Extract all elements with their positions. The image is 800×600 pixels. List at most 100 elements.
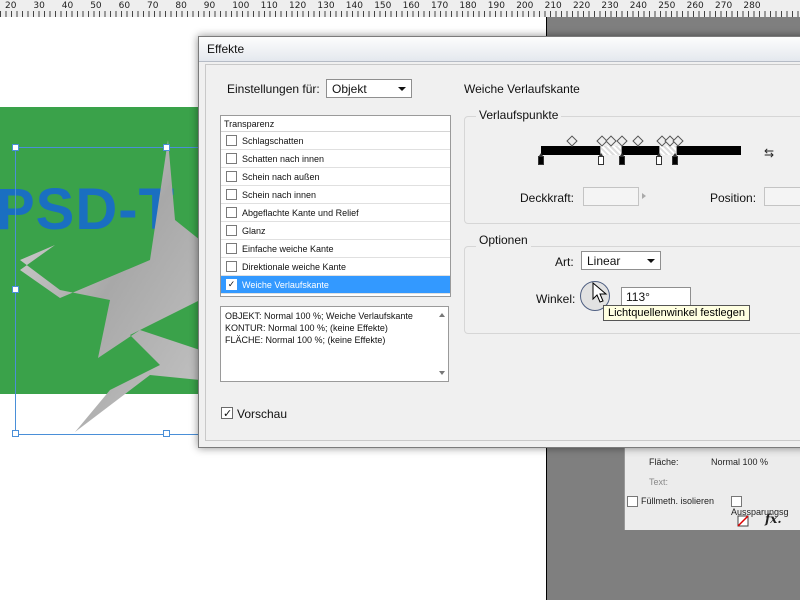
ruler-label: 90 bbox=[203, 1, 216, 11]
ruler-label: 100 bbox=[232, 1, 250, 11]
ruler-label: 110 bbox=[260, 1, 278, 11]
effect-checkbox[interactable] bbox=[226, 171, 237, 182]
ruler-label: 190 bbox=[487, 1, 505, 11]
position-input[interactable] bbox=[764, 187, 800, 206]
reverse-gradient-icon[interactable]: ⇆ bbox=[764, 146, 774, 160]
effects-summary: OBJEKT: Normal 100 %; Weiche Verlaufskan… bbox=[220, 306, 449, 382]
summary-line: FLÄCHE: Normal 100 %; (keine Effekte) bbox=[225, 335, 386, 345]
text-label: Text: bbox=[649, 477, 669, 487]
chevron-down-icon bbox=[647, 259, 655, 263]
effect-item[interactable]: ✓ Weiche Verlaufskante bbox=[221, 276, 450, 294]
ruler-label: 80 bbox=[175, 1, 187, 11]
mouse-cursor-icon bbox=[592, 282, 608, 303]
settings-for-dropdown[interactable]: Objekt bbox=[326, 79, 412, 98]
isolate-option[interactable]: Füllmeth. isolieren bbox=[627, 496, 715, 508]
effect-checkbox[interactable] bbox=[226, 189, 237, 200]
ruler-label: 30 bbox=[33, 1, 45, 11]
effect-checkbox[interactable] bbox=[226, 261, 237, 272]
type-dropdown[interactable]: Linear bbox=[581, 251, 661, 270]
ruler-label: 120 bbox=[289, 1, 307, 11]
effect-checkbox[interactable] bbox=[226, 135, 237, 146]
ruler-label: 200 bbox=[516, 1, 534, 11]
ruler-label: 160 bbox=[402, 1, 420, 11]
ruler-label: 150 bbox=[374, 1, 392, 11]
gradient-stop[interactable] bbox=[598, 153, 604, 165]
effect-item[interactable]: Einfache weiche Kante bbox=[221, 240, 450, 258]
ruler-label: 20 bbox=[5, 1, 17, 11]
opacity-label: Deckkraft: bbox=[520, 191, 575, 205]
gradient-bar[interactable] bbox=[541, 146, 741, 155]
effect-label: Weiche Verlaufskante bbox=[242, 280, 329, 290]
effect-item[interactable]: Glanz bbox=[221, 222, 450, 240]
ruler-label: 40 bbox=[61, 1, 74, 11]
effects-items: Schlagschatten Schatten nach innen Schein … bbox=[221, 132, 450, 294]
isolate-checkbox[interactable] bbox=[627, 496, 638, 508]
ruler-label: 50 bbox=[90, 1, 102, 11]
flaeche-value: Normal 100 % bbox=[711, 457, 769, 467]
effect-label: Einfache weiche Kante bbox=[242, 244, 334, 254]
options-title: Optionen bbox=[476, 233, 531, 247]
scroll-up-icon[interactable] bbox=[439, 313, 445, 317]
preview-label: Vorschau bbox=[237, 407, 288, 421]
ruler-label: 210 bbox=[544, 1, 562, 11]
effect-checkbox[interactable] bbox=[226, 243, 237, 254]
isolate-label: Füllmeth. isolieren bbox=[641, 496, 715, 506]
effect-item[interactable]: Schlagschatten bbox=[221, 132, 450, 150]
effect-label: Schein nach außen bbox=[242, 172, 320, 182]
knockout-checkbox[interactable] bbox=[731, 496, 742, 508]
effects-panel: Fläche: Normal 100 % Text: Füllmeth. iso… bbox=[624, 440, 800, 530]
ruler-label: 70 bbox=[147, 1, 159, 11]
ruler-label: 220 bbox=[573, 1, 591, 11]
check-icon: ✓ bbox=[223, 408, 233, 420]
selection-handle[interactable] bbox=[12, 144, 19, 151]
fx-icon[interactable]: fx. bbox=[765, 512, 782, 526]
flaeche-label: Fläche: bbox=[649, 457, 679, 467]
ruler-label: 170 bbox=[431, 1, 449, 11]
effect-checkbox[interactable] bbox=[226, 153, 237, 164]
effect-item[interactable]: Direktionale weiche Kante bbox=[221, 258, 450, 276]
effects-list[interactable]: Transparenz Schlagschatten Schatten nach … bbox=[220, 115, 451, 297]
effects-list-header: Transparenz bbox=[221, 116, 450, 132]
gradient-stop[interactable] bbox=[672, 153, 678, 165]
effect-checkbox[interactable]: ✓ bbox=[226, 279, 237, 290]
horizontal-ruler[interactable]: 20 30 40 50 60 70 80 90 100 110 120 130 140 150 160 170… bbox=[0, 0, 800, 18]
effect-item[interactable]: Abgeflachte Kante und Relief bbox=[221, 204, 450, 222]
dialog-titlebar[interactable]: Effekte bbox=[199, 37, 800, 62]
effect-label: Abgeflachte Kante und Relief bbox=[242, 208, 359, 218]
gradient-stop[interactable] bbox=[619, 153, 625, 165]
ruler-label: 130 bbox=[317, 1, 335, 11]
preview-checkbox[interactable]: ✓ bbox=[221, 407, 233, 420]
opacity-input[interactable] bbox=[583, 187, 639, 206]
effect-label: Glanz bbox=[242, 226, 266, 236]
summary-line: KONTUR: Normal 100 %; (keine Effekte) bbox=[225, 323, 388, 333]
gradient-stop[interactable] bbox=[538, 153, 544, 165]
angle-label: Winkel: bbox=[536, 292, 576, 306]
dialog-title: Effekte bbox=[207, 42, 245, 56]
chevron-right-icon[interactable] bbox=[642, 193, 646, 199]
angle-tooltip: Lichtquellenwinkel festlegen bbox=[603, 305, 750, 321]
ruler-label: 250 bbox=[658, 1, 676, 11]
effect-item[interactable]: Schein nach außen bbox=[221, 168, 450, 186]
delete-effect-icon[interactable] bbox=[737, 515, 749, 527]
cursor-arrow bbox=[592, 282, 608, 303]
settings-for-label: Einstellungen für: bbox=[227, 82, 320, 96]
selection-handle[interactable] bbox=[12, 286, 19, 293]
effect-label: Schein nach innen bbox=[242, 190, 317, 200]
selection-handle[interactable] bbox=[163, 144, 170, 151]
ruler-label: 260 bbox=[686, 1, 704, 11]
gradient-stop[interactable] bbox=[656, 153, 662, 165]
effect-checkbox[interactable] bbox=[226, 207, 237, 218]
selection-handle[interactable] bbox=[12, 430, 19, 437]
section-title: Weiche Verlaufskante bbox=[464, 82, 580, 96]
ruler-label: 240 bbox=[629, 1, 647, 11]
gradient-points-title: Verlaufspunkte bbox=[476, 108, 562, 122]
effect-label: Schlagschatten bbox=[242, 136, 304, 146]
scroll-down-icon[interactable] bbox=[439, 371, 445, 375]
selection-handle[interactable] bbox=[163, 430, 170, 437]
chevron-down-icon bbox=[398, 87, 406, 91]
angle-input[interactable]: 113° bbox=[621, 287, 691, 306]
effect-item[interactable]: Schein nach innen bbox=[221, 186, 450, 204]
effect-item[interactable]: Schatten nach innen bbox=[221, 150, 450, 168]
effect-checkbox[interactable] bbox=[226, 225, 237, 236]
selection-frame[interactable] bbox=[15, 147, 202, 435]
